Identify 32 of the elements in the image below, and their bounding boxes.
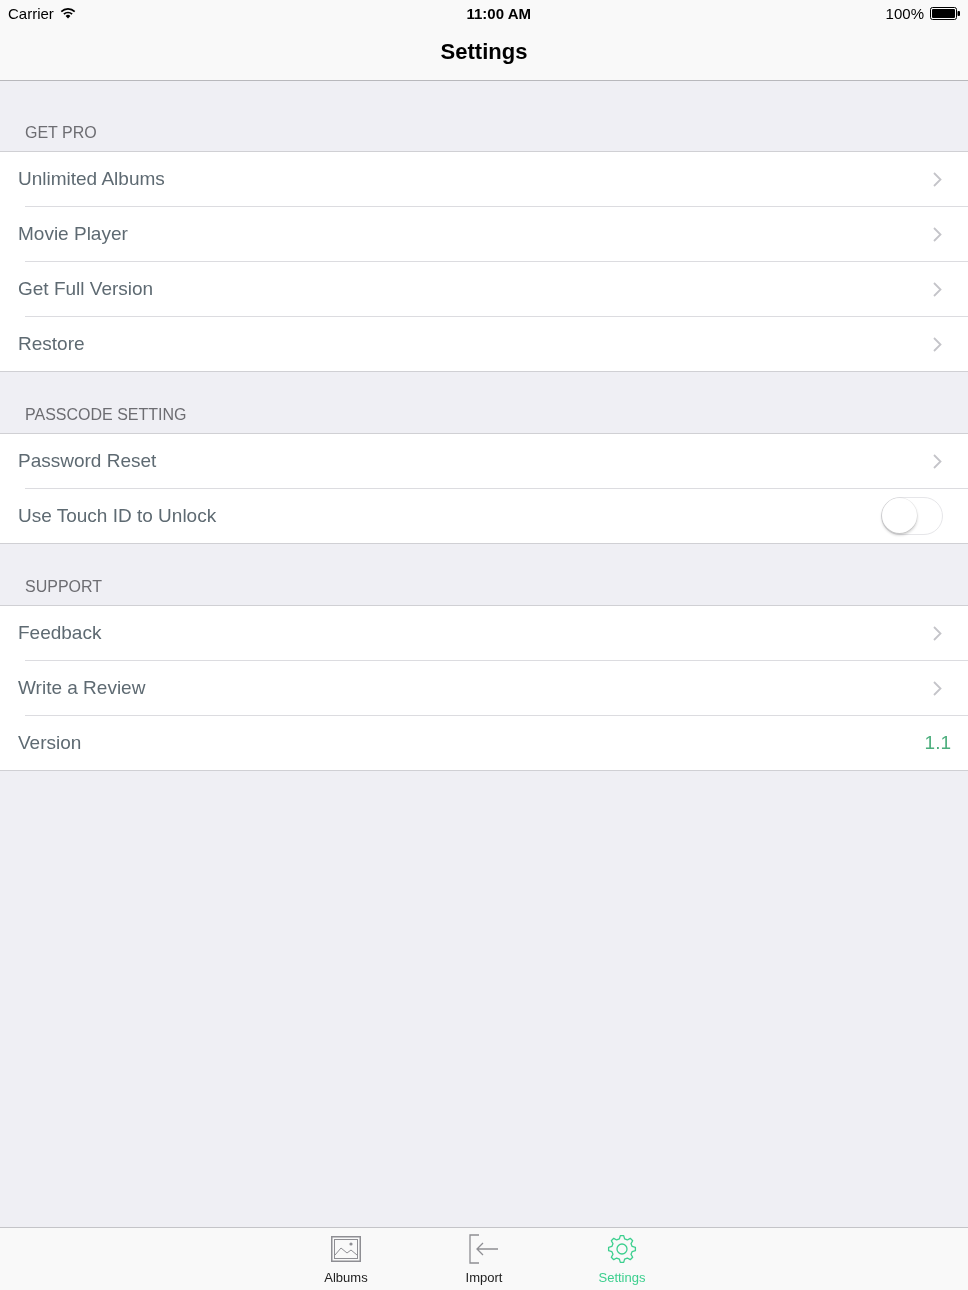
wifi-icon — [59, 7, 76, 19]
tab[interactable]: Import — [415, 1228, 553, 1290]
tab[interactable]: Albums — [277, 1228, 415, 1290]
chevron-icon — [933, 625, 942, 641]
import-arrow-icon — [469, 1234, 499, 1264]
menu-row[interactable]: Restore — [0, 317, 968, 371]
version-value: 1.1 — [924, 732, 951, 754]
row-label: Version — [18, 732, 82, 754]
time-label: 11:00 AM — [466, 4, 531, 22]
settings-icon — [607, 1234, 637, 1264]
chevron-icon — [933, 281, 942, 297]
chevron-icon — [933, 453, 942, 469]
section-header: PASSCODE SETTING — [25, 405, 187, 424]
section-header: SUPPORT — [25, 577, 103, 596]
menu-row[interactable]: Feedback — [0, 606, 968, 660]
picture-frame-icon — [331, 1234, 361, 1264]
chevron-icon — [933, 336, 942, 352]
toggle-switch[interactable] — [881, 497, 943, 535]
menu-row[interactable]: Movie Player — [0, 207, 968, 261]
chevron-icon — [933, 226, 942, 242]
menu-row[interactable]: Password Reset — [0, 434, 968, 488]
battery-icon — [930, 6, 960, 20]
menu-row[interactable]: Write a Review — [0, 661, 968, 715]
carrier-label: Carrier — [8, 4, 54, 22]
battery-percent: 100% — [885, 4, 924, 22]
chevron-icon — [933, 680, 942, 696]
menu-row[interactable]: Get Full Version — [0, 262, 968, 316]
menu-row[interactable]: Unlimited Albums — [0, 152, 968, 206]
row-label: Use Touch ID to Unlock — [18, 505, 217, 527]
chevron-icon — [933, 171, 942, 187]
section-header: GET PRO — [25, 123, 97, 142]
nav-title: Settings — [440, 38, 528, 66]
